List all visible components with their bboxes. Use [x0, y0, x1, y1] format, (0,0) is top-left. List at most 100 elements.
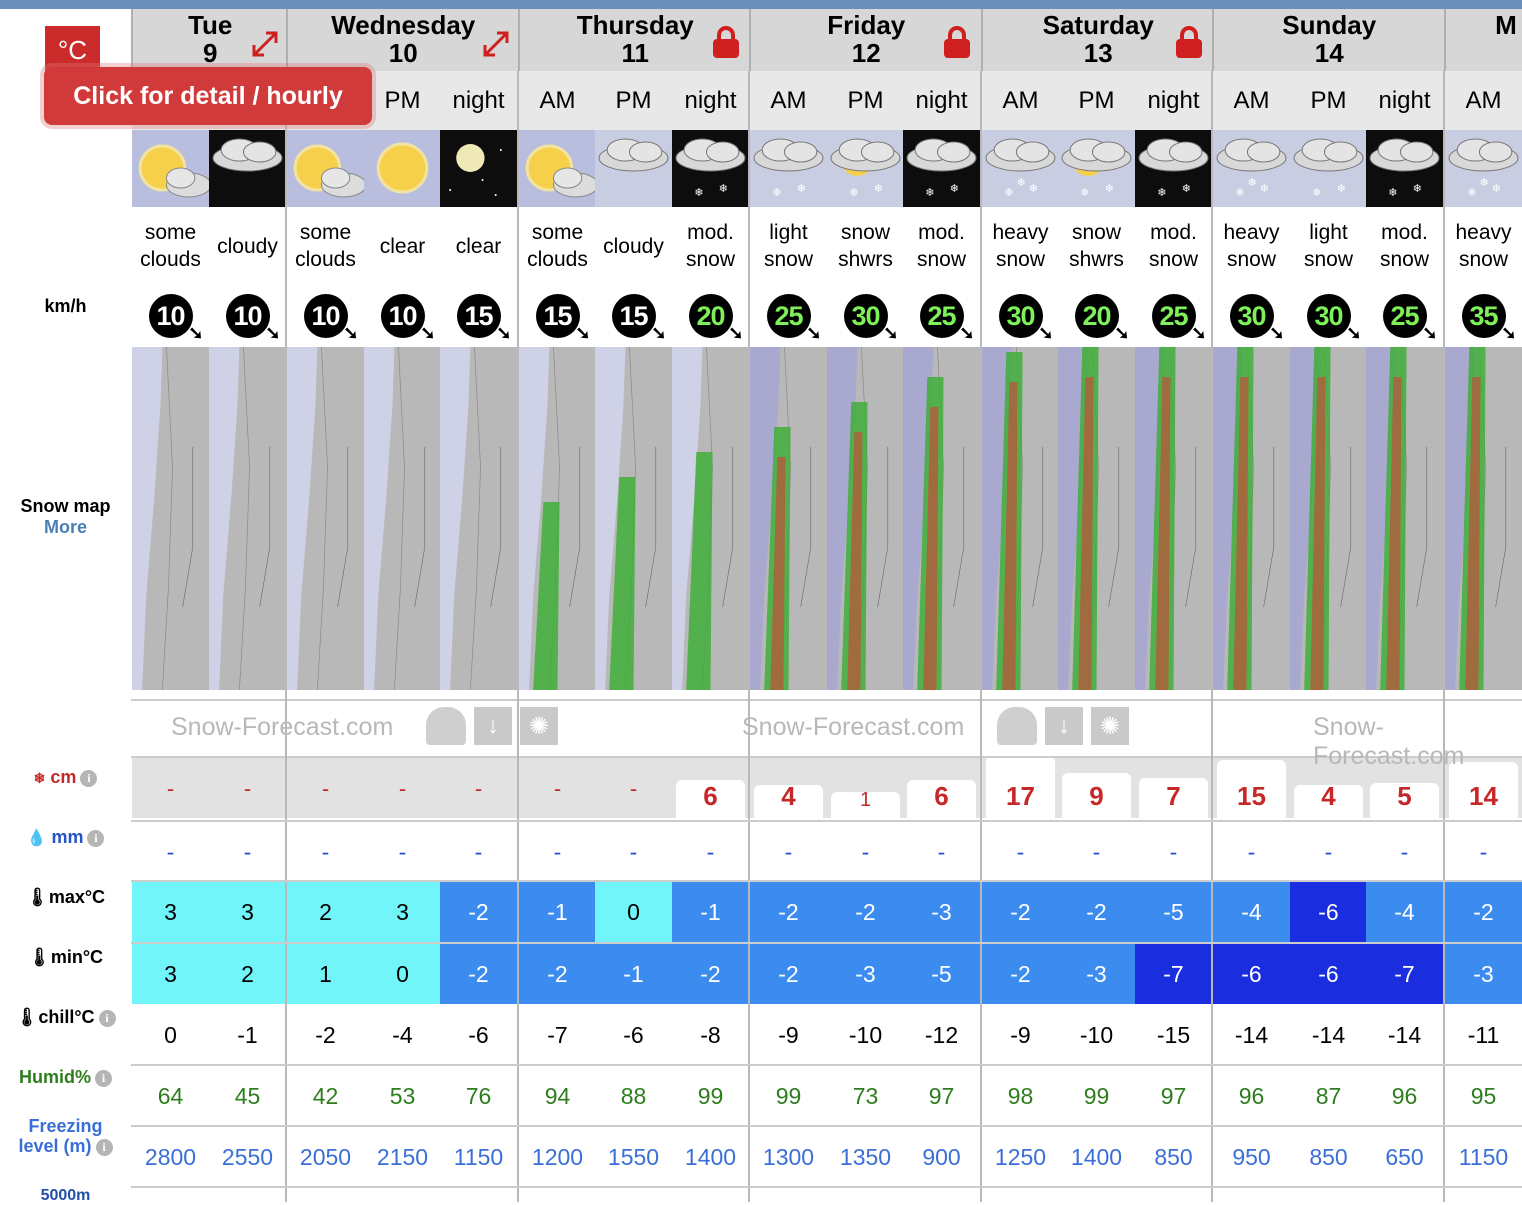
snow-amount: - [553, 776, 562, 801]
snow-map-image[interactable] [672, 346, 749, 691]
snow-map-image[interactable] [1058, 346, 1135, 691]
day-header-0[interactable]: Tue 9 [131, 9, 288, 71]
snow-map-image[interactable] [209, 346, 286, 691]
day-header-2[interactable]: Thursday 11 [518, 9, 751, 71]
snow-map-image[interactable] [287, 346, 364, 691]
detail-hourly-tooltip[interactable]: Click for detail / hourly [44, 67, 372, 125]
snow-map-image[interactable] [982, 346, 1059, 691]
weather-description-text: heavy snow [1455, 219, 1511, 273]
snow-cell: 6 [903, 758, 980, 818]
snow-cm-label: ❄ cm i [0, 767, 131, 788]
snow-map-image[interactable] [440, 346, 517, 691]
info-icon[interactable]: i [95, 1069, 112, 1087]
snow-bar: 9 [1062, 773, 1131, 818]
humidity: 96 [1391, 1082, 1418, 1109]
humidity: 98 [1007, 1082, 1034, 1109]
description-line: mod. [1150, 221, 1197, 244]
day-header-5[interactable]: Sunday 14 [1212, 9, 1445, 71]
weather-icon-snow-night: ❄ ❄ [672, 130, 749, 207]
freezing-level: 850 [1309, 1143, 1348, 1170]
wind-speed-icon: 30 ➘ [998, 294, 1054, 343]
wind-speed-icon: 20 ➘ [688, 294, 744, 343]
snow-map-image[interactable] [1366, 346, 1443, 691]
snow-map-image[interactable] [519, 346, 596, 691]
min-temp: 2 [209, 944, 286, 1004]
snow-map-more-link[interactable]: More [0, 517, 131, 538]
min-temp: -5 [903, 944, 980, 1004]
info-icon[interactable]: i [80, 769, 98, 787]
max-temp: 2 [287, 882, 364, 942]
snow-bar: 1 [831, 789, 900, 818]
svg-text:❄: ❄ [950, 183, 959, 195]
wind-cell: 35 ➘ [1445, 285, 1522, 347]
day-separator [1211, 71, 1213, 1202]
snow-map-image[interactable] [1290, 346, 1367, 691]
snow-amount: - [321, 776, 330, 801]
info-icon[interactable]: i [98, 1009, 116, 1027]
description-line: some [299, 221, 352, 244]
rain-amount: - [706, 838, 715, 865]
wind-arrow-icon: ➘ [265, 323, 280, 343]
weather-description-text: mod. snow [1149, 219, 1198, 273]
weather-icon-snow-night: ❄ ❄ [1366, 130, 1443, 207]
expand-icon[interactable] [248, 27, 282, 61]
row-separator [131, 820, 1522, 822]
description-line: snow [763, 248, 814, 271]
wind-arrow-icon: ➘ [188, 323, 203, 343]
max-temp-label: 🌡max°C [25, 887, 106, 907]
wind-speed-value: 25 [927, 300, 956, 331]
rain-amount: - [321, 838, 330, 865]
lock-icon[interactable] [711, 25, 741, 59]
wind-chill: -9 [1010, 1021, 1031, 1048]
weather-description: some clouds [519, 207, 596, 285]
svg-text:❄: ❄ [1004, 187, 1013, 199]
expand-icon[interactable] [479, 27, 513, 61]
min-temp-label: 🌡min°C [27, 947, 104, 967]
day-header-6[interactable]: M [1444, 9, 1522, 71]
max-temp: -1 [672, 882, 749, 942]
info-icon[interactable]: i [95, 1138, 113, 1156]
day-header-1[interactable]: Wednesday 10 [286, 9, 519, 71]
snow-map-image[interactable] [364, 346, 441, 691]
min-temp: -1 [595, 944, 672, 1004]
snow-map-image[interactable] [827, 346, 904, 691]
wind-speed-value: 20 [1082, 300, 1111, 331]
weather-description: mod. snow [1135, 207, 1212, 285]
day-header-3[interactable]: Friday 12 [749, 9, 982, 71]
freezing-level: 1150 [1458, 1143, 1509, 1170]
snow-amount: - [243, 776, 252, 801]
level-5000-label: 5000m [40, 1187, 91, 1204]
svg-text:❄: ❄ [1337, 183, 1346, 195]
lock-icon[interactable] [942, 25, 972, 59]
wind-speed-icon: 30 ➘ [1229, 294, 1285, 343]
snow-map-image[interactable] [595, 346, 672, 691]
day-header-4[interactable]: Saturday 13 [981, 9, 1214, 71]
rain-amount: - [1169, 838, 1178, 865]
weather-description: heavy snow [982, 207, 1059, 285]
wind-speed-icon: 25 ➘ [1151, 294, 1207, 343]
info-icon[interactable]: i [87, 829, 105, 847]
row-separator [131, 1064, 1522, 1066]
snow-amount: 6 [703, 781, 718, 811]
snow-amount: - [629, 776, 638, 801]
snow-map-image[interactable] [1445, 346, 1522, 691]
snow-map-image[interactable] [750, 346, 827, 691]
wind-speed-icon: 15 ➘ [611, 294, 667, 343]
snow-map-image[interactable] [1213, 346, 1290, 691]
lock-icon[interactable] [1174, 25, 1204, 59]
wind-unit-label: km/h [44, 296, 87, 316]
wind-speed-value: 15 [543, 300, 572, 331]
rain-amount: - [1092, 838, 1101, 865]
snow-map-image[interactable] [1135, 346, 1212, 691]
max-temp: -2 [827, 882, 904, 942]
wind-cell: 25 ➘ [903, 285, 980, 347]
snow-map-image[interactable] [132, 346, 209, 691]
wind-arrow-icon: ➘ [575, 323, 590, 343]
weather-icon-snow-night: ❄ ❄ [1135, 130, 1212, 207]
svg-text:❄: ❄ [1492, 183, 1501, 195]
snow-map-image[interactable] [903, 346, 980, 691]
humidity: 95 [1470, 1082, 1497, 1109]
period-label: AM [1213, 71, 1290, 130]
period-label: PM [1290, 71, 1367, 130]
wind-cell: 15 ➘ [440, 285, 517, 347]
